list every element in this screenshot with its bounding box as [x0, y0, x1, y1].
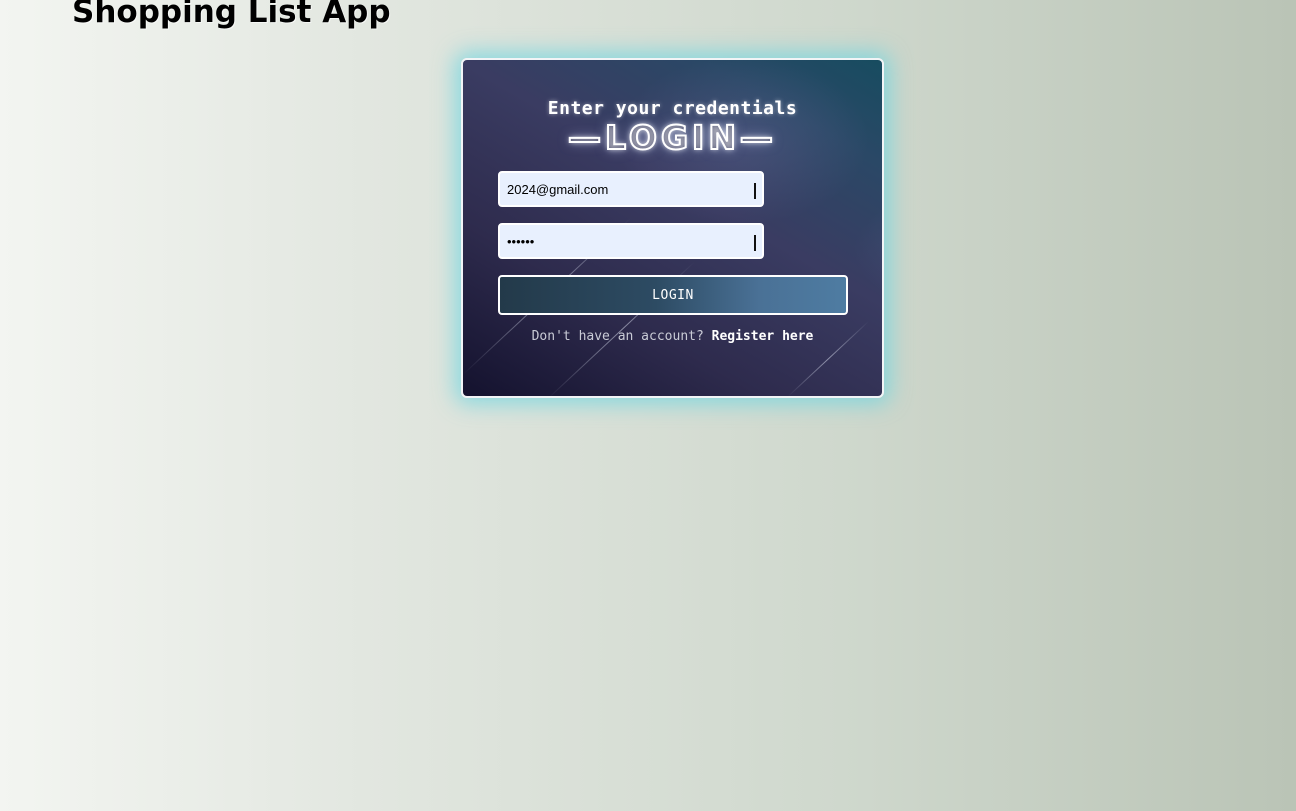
- login-heading: —LOGIN—: [567, 117, 777, 158]
- app-title: Shopping List App: [72, 0, 391, 30]
- password-field[interactable]: [498, 223, 764, 259]
- register-prompt-line: Don't have an account? Register here: [463, 329, 882, 344]
- register-link[interactable]: Register here: [712, 329, 814, 344]
- login-card: Enter your credentials —LOGIN— LOGIN Don…: [461, 58, 884, 398]
- text-caret: [754, 235, 756, 251]
- email-field[interactable]: [498, 171, 764, 207]
- register-prompt-text: Don't have an account?: [531, 329, 704, 344]
- login-button[interactable]: LOGIN: [498, 275, 848, 315]
- text-caret: [754, 183, 756, 199]
- credentials-subtitle: Enter your credentials: [547, 98, 798, 119]
